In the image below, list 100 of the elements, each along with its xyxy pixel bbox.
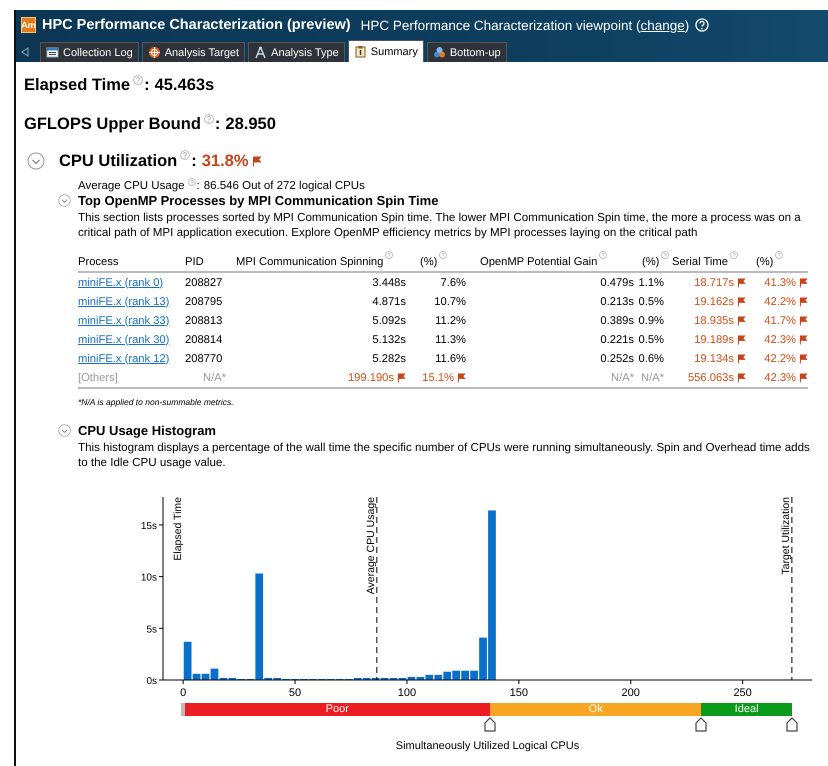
table-cell: 199.190s xyxy=(348,372,394,384)
tab[interactable]: Analysis Target xyxy=(142,42,246,62)
table-cell: 5.132s xyxy=(372,334,406,346)
metric-value: 86.546 Out of 272 logical CPUs xyxy=(204,180,365,192)
metric-value: 45.463s xyxy=(154,76,214,94)
table-cell: 19.189s xyxy=(694,334,734,346)
table-cell: 1.1% xyxy=(638,276,664,288)
metric-label: CPU Utilization xyxy=(59,152,178,170)
table-cell: 15.1% xyxy=(422,372,454,384)
tab[interactable]: Analysis Type xyxy=(248,42,345,62)
clipboard-icon xyxy=(354,45,367,58)
table-cell: 0.5% xyxy=(638,334,664,346)
scroll-left-icon[interactable] xyxy=(21,47,29,57)
section-title: Top OpenMP Processes by MPI Communication Spin Time xyxy=(78,193,438,208)
table-cell: 0.213s xyxy=(600,296,634,308)
tick-label: 150 xyxy=(510,687,528,699)
process-link[interactable]: miniFE.x (rank 30) xyxy=(78,334,170,346)
tick-label: 10s xyxy=(140,572,157,584)
collapse-icon[interactable] xyxy=(27,152,45,170)
tick-label: 200 xyxy=(622,687,640,699)
process-link[interactable]: miniFE.x (rank 13) xyxy=(78,296,170,308)
column-header: Serial Time xyxy=(672,256,728,268)
table-cell: 5.282s xyxy=(372,352,406,364)
table-cell: 4.871s xyxy=(372,296,406,308)
process-link[interactable]: miniFE.x (rank 0) xyxy=(78,276,164,288)
section-description: This histogram displays a percentage of the wall time the specific number of CPUs were running simultaneously. Spin and Overhead time adds to the Idle CPU usage value. xyxy=(78,440,811,470)
table-cell: 18.935s xyxy=(694,314,734,326)
table-cell: 208795 xyxy=(185,296,222,308)
column-header: (%) xyxy=(642,256,660,268)
table-cell: 19.162s xyxy=(694,296,734,308)
metric-label: Elapsed Time xyxy=(24,76,130,94)
separator: : xyxy=(144,76,150,94)
table-cell: N/A* xyxy=(640,372,664,384)
threshold-handle[interactable] xyxy=(695,717,708,732)
column-header: PID xyxy=(185,256,204,268)
table-cell: 0.6% xyxy=(638,352,664,364)
table-cell: 0.9% xyxy=(638,314,664,326)
tick-label: 0 xyxy=(180,687,186,699)
process-link[interactable]: miniFE.x (rank 33) xyxy=(78,314,170,326)
tick-label: 5s xyxy=(146,624,157,636)
separator: : xyxy=(214,114,220,134)
tick-label: 100 xyxy=(398,687,416,699)
table-cell: 41.7% xyxy=(764,314,796,326)
tab[interactable]: Summary xyxy=(348,40,424,62)
table-cell: 41.3% xyxy=(764,276,796,288)
table-cell: 11.2% xyxy=(435,314,466,326)
column-header: (%) xyxy=(756,256,774,268)
table-cell: 0.221s xyxy=(600,334,634,346)
table-cell: 42.3% xyxy=(764,372,796,384)
table-cell: 42.2% xyxy=(764,352,796,364)
table-cell: 208827 xyxy=(185,276,222,288)
tick-label: 250 xyxy=(733,687,752,699)
metric-value: 28.950 xyxy=(225,114,276,134)
collapse-icon[interactable] xyxy=(58,194,71,207)
table-cell: 208814 xyxy=(185,334,222,346)
column-header: MPI Communication Spinning xyxy=(236,256,384,268)
table-cell: 10.7% xyxy=(434,296,466,308)
table-cell: 208770 xyxy=(185,352,222,364)
threshold-handle[interactable] xyxy=(786,717,798,732)
footnote: *N/A is applied to non-summable metrics. xyxy=(78,397,235,407)
table-cell: N/A* xyxy=(202,372,226,384)
tab[interactable]: Bottom-up xyxy=(426,42,507,62)
axis-title: Elapsed Time xyxy=(172,497,184,561)
table-cell: 556.063s xyxy=(688,372,734,384)
table-cell: 0.479s xyxy=(600,276,634,288)
column-header: OpenMP Potential Gain xyxy=(480,256,598,268)
change-link[interactable]: change xyxy=(640,18,685,32)
table-cell: [Others] xyxy=(78,372,118,384)
section-description: This section lists processes sorted by MPI Communication Spin time. The lower MPI Communication Spin time, the more a process was on a critical path of MPI application execution. Explore OpenMP efficiency metrics by MPI processes laying on the critical path xyxy=(78,210,802,240)
circles-icon xyxy=(432,46,446,59)
metric-label: Average CPU Usage xyxy=(78,180,185,192)
table-cell: 0.5% xyxy=(638,296,664,308)
annotation-label: Target Utilization xyxy=(780,497,792,575)
table-cell: 3.448s xyxy=(372,276,406,288)
table-cell: 0.389s xyxy=(600,314,634,326)
crosshair-icon xyxy=(148,46,161,59)
separator: : xyxy=(196,180,200,192)
table-cell: 208813 xyxy=(185,314,222,326)
window-title: HPC Performance Characterization (preview) xyxy=(42,17,351,33)
column-header: Process xyxy=(78,256,118,268)
app-logo: Am xyxy=(21,17,36,33)
compass-icon xyxy=(254,46,268,59)
threshold-handle[interactable] xyxy=(484,717,496,732)
section-title: CPU Usage Histogram xyxy=(78,423,216,438)
metric-label: GFLOPS Upper Bound xyxy=(24,114,201,134)
table-cell: 0.252s xyxy=(600,352,634,364)
tab[interactable]: Collection Log xyxy=(40,42,139,62)
table-cell: 18.717s xyxy=(694,276,734,288)
tick-label: 15s xyxy=(140,520,157,532)
process-link[interactable]: miniFE.x (rank 12) xyxy=(78,352,170,364)
table-cell: 7.6% xyxy=(440,276,466,288)
column-header: (%) xyxy=(420,256,438,268)
collapse-icon[interactable] xyxy=(58,424,71,437)
table-cell: 11.6% xyxy=(435,352,466,364)
table-cell: 42.2% xyxy=(764,296,796,308)
table-icon xyxy=(46,46,59,59)
annotation-label: Average CPU Usage xyxy=(364,497,377,594)
table-cell: 11.3% xyxy=(435,334,466,346)
tick-label: 50 xyxy=(288,687,302,699)
table-cell: 5.092s xyxy=(372,314,406,326)
